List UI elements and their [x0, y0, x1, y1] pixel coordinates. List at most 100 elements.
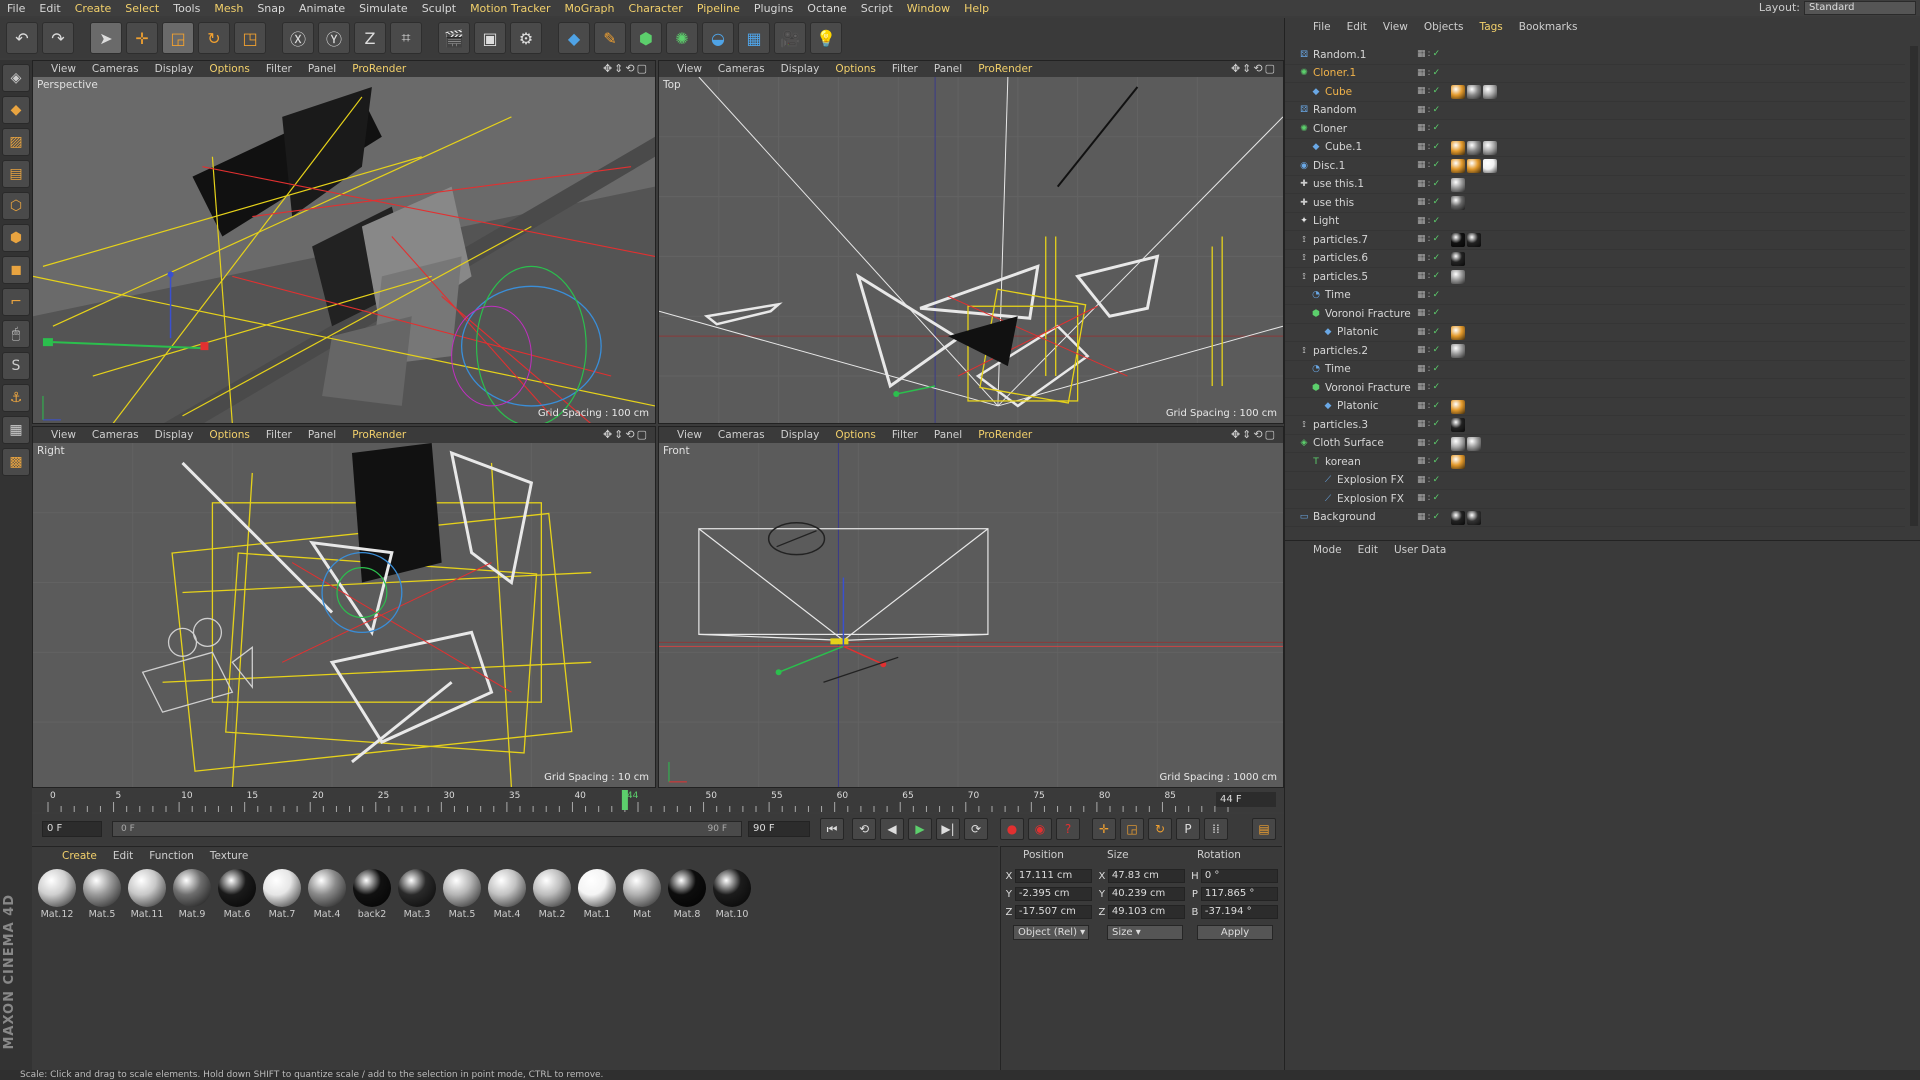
material-swatch[interactable]: Mat.12: [35, 867, 79, 923]
object-visibility-flags[interactable]: ▦: ✓: [1417, 142, 1440, 152]
viewport-menu-prorender[interactable]: ProRender: [970, 429, 1040, 441]
select-arrow-icon[interactable]: ➤: [90, 22, 122, 54]
object-visibility-flags[interactable]: ▦: ✓: [1417, 216, 1440, 226]
viewport-menu-prorender[interactable]: ProRender: [970, 63, 1040, 75]
object-visibility-flags[interactable]: ▦: ✓: [1417, 290, 1440, 300]
object-row[interactable]: ⚄ Random.1 ▦: ✓: [1285, 46, 1905, 65]
coord-mode-dropdown[interactable]: Object (Rel) ▾: [1013, 925, 1089, 940]
size-value-field[interactable]: 49.103 cm: [1107, 905, 1185, 919]
move-tool-icon[interactable]: ✛: [126, 22, 158, 54]
menu-sculpt[interactable]: Sculpt: [415, 2, 463, 15]
viewport-nav-icons[interactable]: ✥⇕⟲▢: [1231, 428, 1277, 441]
object-row[interactable]: Tkorean ▦: ✓: [1285, 453, 1905, 472]
object-visibility-flags[interactable]: ▦: ✓: [1417, 86, 1440, 96]
key-scale-icon[interactable]: ◲: [1120, 818, 1144, 840]
position-value-field[interactable]: -17.507 cm: [1014, 905, 1092, 919]
menu-help[interactable]: Help: [957, 2, 996, 15]
object-row[interactable]: ◔ Time ▦: ✓: [1285, 361, 1905, 379]
viewport-menu-panel[interactable]: Panel: [926, 429, 970, 441]
material-swatch[interactable]: Mat.1: [575, 867, 619, 923]
viewport-nav-icons[interactable]: ✥⇕⟲▢: [1231, 62, 1277, 75]
menu-tools[interactable]: Tools: [166, 2, 207, 15]
material-tag-icon[interactable]: [1467, 140, 1481, 155]
current-frame-field[interactable]: 44 F: [1216, 792, 1276, 807]
menu-create[interactable]: Create: [68, 2, 119, 15]
object-visibility-flags[interactable]: ▦: ✓: [1417, 475, 1440, 485]
material-swatch[interactable]: Mat.3: [395, 867, 439, 923]
object-visibility-flags[interactable]: ▦: ✓: [1417, 197, 1440, 207]
object-row[interactable]: ✦ Light ▦: ✓: [1285, 213, 1905, 231]
rotation-value-field[interactable]: 117.865 °: [1200, 887, 1278, 901]
viewport-menu-panel[interactable]: Panel: [300, 429, 344, 441]
object-menu-objects[interactable]: Objects: [1416, 21, 1472, 33]
object-row[interactable]: ▭ Background ▦: ✓: [1285, 509, 1905, 527]
tweak-mode-icon[interactable]: 🖱: [2, 320, 30, 348]
object-row[interactable]: ✚ use this ▦: ✓: [1285, 194, 1905, 213]
viewport-menu-filter[interactable]: Filter: [258, 429, 300, 441]
pen-spline-icon[interactable]: ✎: [594, 22, 626, 54]
playhead[interactable]: [621, 790, 628, 810]
material-swatch[interactable]: Mat: [620, 867, 664, 923]
material-tag-icon[interactable]: [1451, 177, 1465, 192]
subdivision-icon[interactable]: ⬢: [630, 22, 662, 54]
viewport-menu-filter[interactable]: Filter: [258, 63, 300, 75]
viewport-menu-options[interactable]: Options: [827, 429, 884, 441]
material-swatch[interactable]: Mat.6: [215, 867, 259, 923]
texture-mode-icon[interactable]: ▨: [2, 128, 30, 156]
right-canvas[interactable]: [33, 443, 655, 788]
attribute-menu-edit[interactable]: Edit: [1350, 544, 1386, 556]
attribute-menu-user-data[interactable]: User Data: [1386, 544, 1454, 556]
object-list-scrollbar[interactable]: [1910, 46, 1918, 526]
lock-workplane-icon[interactable]: ▦: [2, 416, 30, 444]
object-menu-view[interactable]: View: [1375, 21, 1416, 33]
material-tag-icon[interactable]: [1451, 251, 1465, 266]
position-value-field[interactable]: 17.111 cm: [1014, 869, 1092, 883]
cube-primitive-icon[interactable]: ◆: [558, 22, 590, 54]
deformer-icon[interactable]: ◒: [702, 22, 734, 54]
material-swatch[interactable]: Mat.5: [80, 867, 124, 923]
viewport-menu-options[interactable]: Options: [201, 429, 258, 441]
object-row[interactable]: ◆ Platonic ▦: ✓: [1285, 324, 1905, 342]
menu-window[interactable]: Window: [900, 2, 957, 15]
points-mode-icon[interactable]: ⬡: [2, 192, 30, 220]
end-frame-field[interactable]: 90 F: [748, 821, 810, 837]
render-view-icon[interactable]: 🎬: [438, 22, 470, 54]
next-key-icon[interactable]: ⟳: [964, 818, 988, 840]
rotation-value-field[interactable]: 0 °: [1200, 869, 1278, 883]
object-row[interactable]: ⬢ Voronoi Fracture ▦: ✓: [1285, 379, 1905, 398]
viewport-menu-panel[interactable]: Panel: [300, 63, 344, 75]
object-row[interactable]: ◈ Cloth Surface ▦: ✓: [1285, 435, 1905, 453]
object-row[interactable]: ⟋ Explosion FX ▦: ✓: [1285, 472, 1905, 490]
object-visibility-flags[interactable]: ▦: ✓: [1417, 271, 1440, 281]
viewport-menu-options[interactable]: Options: [827, 63, 884, 75]
material-tag-icon[interactable]: [1451, 418, 1465, 432]
object-visibility-flags[interactable]: ▦: ✓: [1417, 493, 1440, 503]
material-tag-icon[interactable]: [1451, 344, 1465, 358]
object-visibility-flags[interactable]: ▦: ✓: [1417, 253, 1440, 263]
viewport-menu-view[interactable]: View: [669, 63, 710, 75]
viewport-menu-display[interactable]: Display: [773, 63, 828, 75]
material-tag-icon[interactable]: [1451, 140, 1465, 155]
menu-animate[interactable]: Animate: [292, 2, 352, 15]
object-visibility-flags[interactable]: ▦: ✓: [1417, 438, 1440, 448]
timeline-ruler[interactable]: 051015202530354044505560657075808590 44 …: [32, 788, 1284, 812]
viewport-front[interactable]: View Cameras Display Options Filter Panel ProR…: [658, 426, 1284, 788]
z-axis-lock-icon[interactable]: Z: [354, 22, 386, 54]
material-tag-icon[interactable]: [1451, 455, 1465, 469]
object-visibility-flags[interactable]: ▦: ✓: [1417, 105, 1440, 115]
material-swatch[interactable]: Mat.4: [485, 867, 529, 923]
menu-octane[interactable]: Octane: [800, 2, 854, 15]
object-visibility-flags[interactable]: ▦: ✓: [1417, 419, 1440, 429]
material-menu-create[interactable]: Create: [54, 850, 105, 862]
size-value-field[interactable]: 47.83 cm: [1107, 869, 1185, 883]
polygons-mode-icon[interactable]: ◼: [2, 256, 30, 284]
menu-simulate[interactable]: Simulate: [352, 2, 415, 15]
material-tag-icon[interactable]: [1451, 436, 1465, 451]
object-row[interactable]: ⟟ particles.3 ▦: ✓: [1285, 416, 1905, 435]
material-tag-icon[interactable]: [1483, 140, 1497, 155]
material-swatch[interactable]: Mat.5: [440, 867, 484, 923]
timeline-window-icon[interactable]: ▤: [1252, 818, 1276, 840]
object-row[interactable]: ⚄ Random ▦: ✓: [1285, 102, 1905, 120]
viewport-menu-display[interactable]: Display: [773, 429, 828, 441]
workplane-icon[interactable]: ⚓: [2, 384, 30, 412]
